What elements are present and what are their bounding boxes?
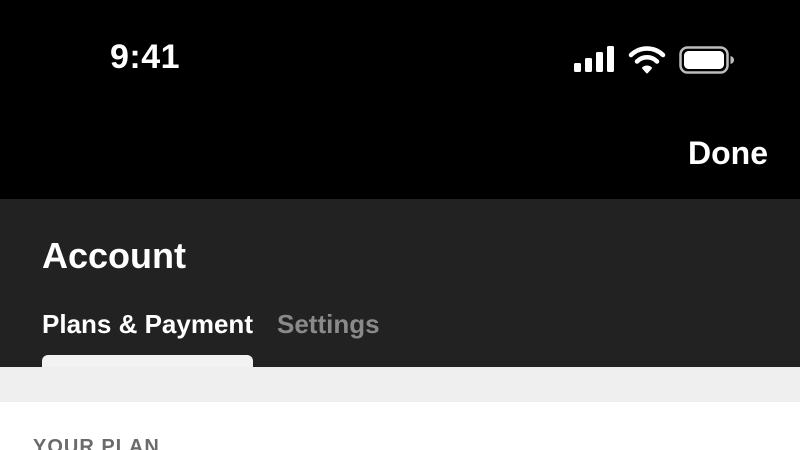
navigation-bar: Done	[0, 120, 800, 199]
tab-label: Plans & Payment	[42, 309, 253, 339]
account-header: Account Plans & Payment Settings	[0, 199, 800, 367]
page-title: Account	[42, 235, 186, 276]
done-button[interactable]: Done	[688, 135, 768, 172]
battery-icon	[679, 46, 734, 74]
plan-content: YOUR PLAN	[0, 402, 800, 450]
tab-settings[interactable]: Settings	[277, 309, 380, 367]
cellular-signal-icon	[574, 46, 616, 72]
active-tab-indicator	[42, 355, 253, 367]
section-divider	[0, 367, 800, 402]
status-bar: 9:41	[0, 0, 800, 120]
account-tabs: Plans & Payment Settings	[42, 309, 380, 367]
wifi-icon	[628, 46, 666, 74]
tab-label: Settings	[276, 309, 380, 339]
tab-plans-payment[interactable]: Plans & Payment	[42, 309, 253, 367]
status-time: 9:41	[110, 38, 181, 76]
app-screen: 9:41 Done Account Plans & Payment Settin…	[0, 0, 800, 450]
section-heading-your-plan: YOUR PLAN	[33, 436, 160, 450]
